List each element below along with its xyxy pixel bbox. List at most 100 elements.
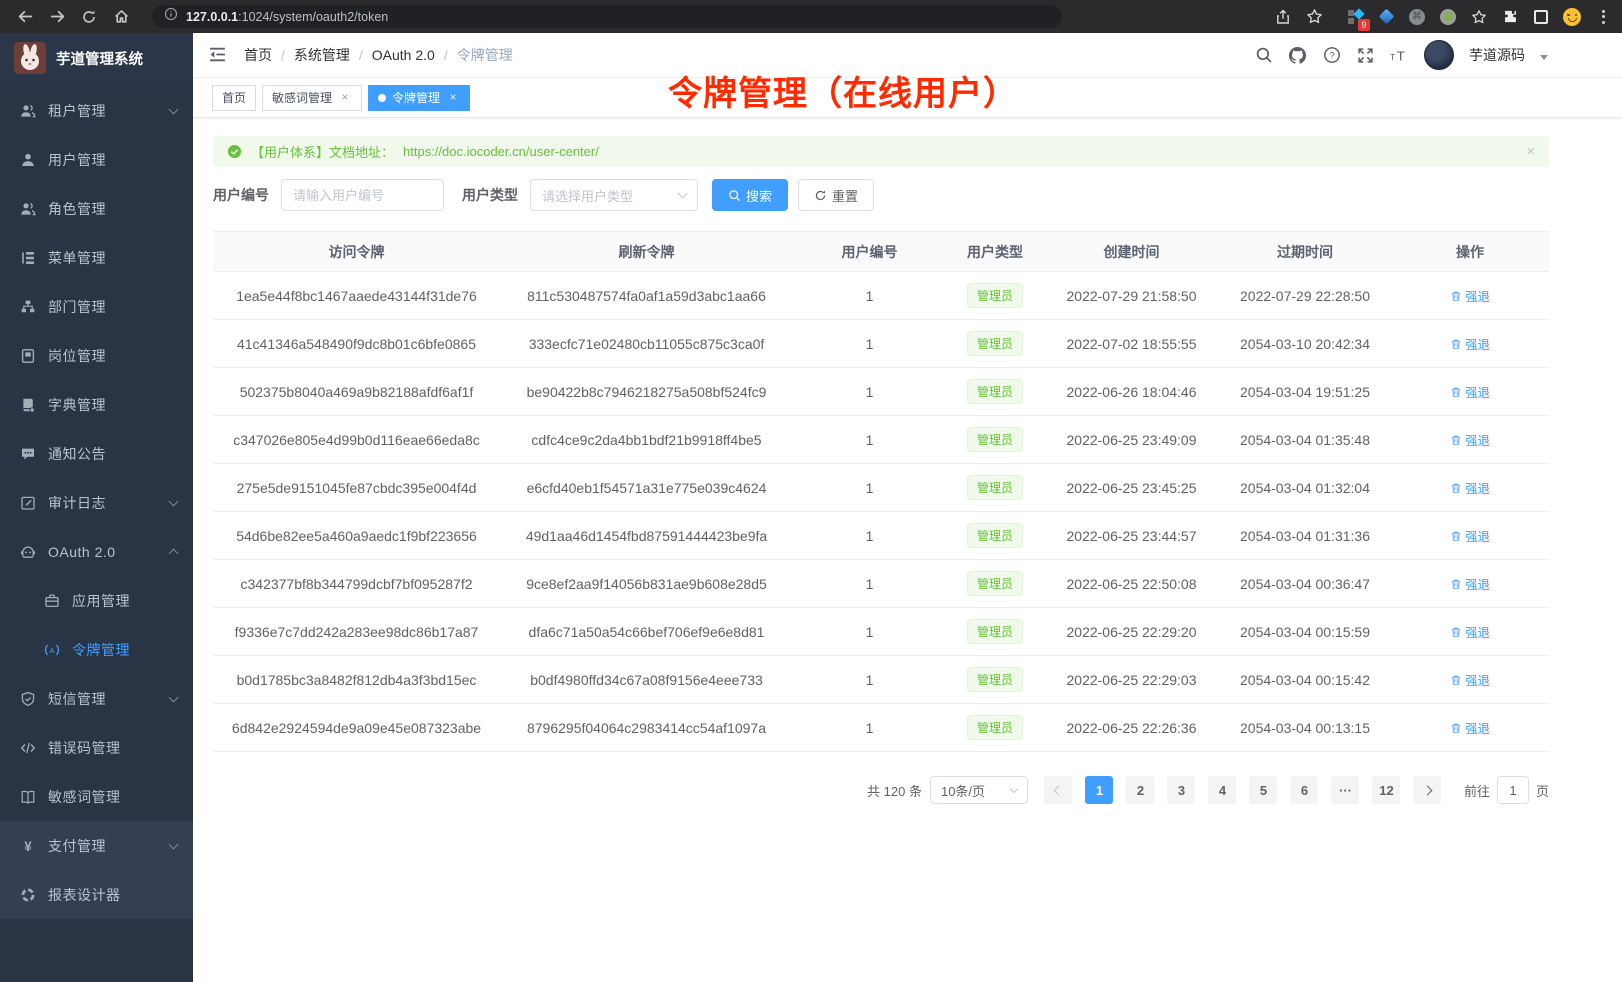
gem-extension-icon[interactable] <box>1377 8 1395 26</box>
caret-down-icon[interactable] <box>1540 55 1548 60</box>
next-page-button[interactable] <box>1413 776 1441 804</box>
sidebar-item-report-designer[interactable]: 报表设计器 <box>0 870 193 919</box>
browser-back-icon[interactable] <box>16 8 34 26</box>
user-type-cell: 管理员 <box>946 368 1044 416</box>
browser-home-icon[interactable] <box>112 8 130 26</box>
github-icon[interactable] <box>1288 46 1307 65</box>
page-button-4[interactable]: 4 <box>1208 776 1236 804</box>
sidebar-item-dept[interactable]: 部门管理 <box>0 282 193 331</box>
sidebar-item-app-management[interactable]: 应用管理 <box>0 576 193 625</box>
username[interactable]: 芋道源码 <box>1469 45 1525 65</box>
close-tab-icon[interactable]: × <box>338 91 352 105</box>
user-id-input[interactable] <box>281 179 444 211</box>
col-expire-time: 过期时间 <box>1219 232 1391 272</box>
sidebar-item-token-management[interactable]: 令牌管理 <box>0 625 193 674</box>
tab-sensitive-words[interactable]: 敏感词管理× <box>262 85 362 111</box>
help-icon[interactable] <box>1322 46 1341 65</box>
sidebar-item-audit-log[interactable]: 审计日志 <box>0 478 193 527</box>
search-icon[interactable] <box>1254 46 1273 65</box>
sidebar-item-dict[interactable]: 字典管理 <box>0 380 193 429</box>
force-logout-button[interactable]: 强退 <box>1450 286 1490 305</box>
force-logout-button[interactable]: 强退 <box>1450 382 1490 401</box>
page-button-3[interactable]: 3 <box>1167 776 1195 804</box>
breadcrumb-home[interactable]: 首页 <box>244 45 272 65</box>
sidebar-item-menu[interactable]: 菜单管理 <box>0 233 193 282</box>
user-type-select[interactable]: 请选择用户类型 <box>530 179 698 211</box>
breadcrumb-system[interactable]: 系统管理 <box>294 45 350 65</box>
sidebar-item-tenant[interactable]: 租户管理 <box>0 86 193 135</box>
record-extension-icon[interactable] <box>1439 8 1457 26</box>
sidebar-item-error-code[interactable]: 错误码管理 <box>0 723 193 772</box>
command-extension-icon[interactable]: ⌘ <box>1408 8 1426 26</box>
force-logout-button[interactable]: 强退 <box>1450 622 1490 641</box>
browser-reload-icon[interactable] <box>80 8 98 26</box>
alert-close-icon[interactable]: × <box>1526 143 1535 160</box>
font-size-icon[interactable] <box>1390 46 1409 65</box>
sidebar-item-user[interactable]: 用户管理 <box>0 135 193 184</box>
profile-emoji-icon[interactable] <box>1563 8 1581 26</box>
sidebar-menu: 租户管理 用户管理 角色管理 菜单管理 部门管理 岗位管理 字典管理 通知公告 … <box>0 83 193 982</box>
force-logout-button[interactable]: 强退 <box>1450 718 1490 737</box>
token-icon <box>44 642 60 658</box>
page-button-5[interactable]: 5 <box>1249 776 1277 804</box>
sidebar-item-role[interactable]: 角色管理 <box>0 184 193 233</box>
page-size-select[interactable]: 10条/页 <box>930 776 1028 804</box>
extensions-puzzle-icon[interactable] <box>1501 8 1519 26</box>
action-cell: 强退 <box>1391 368 1549 416</box>
sidebar-item-oauth[interactable]: OAuth 2.0 <box>0 527 193 576</box>
bookmark-star-icon[interactable] <box>1305 8 1323 26</box>
search-button[interactable]: 搜索 <box>712 179 788 211</box>
force-logout-button[interactable]: 强退 <box>1450 334 1490 353</box>
fullscreen-icon[interactable] <box>1356 46 1375 65</box>
sidebar-item-post[interactable]: 岗位管理 <box>0 331 193 380</box>
page-button-12[interactable]: 12 <box>1372 776 1400 804</box>
col-created-time: 创建时间 <box>1044 232 1219 272</box>
tab-window-icon[interactable] <box>1532 8 1550 26</box>
tab-home[interactable]: 首页 <box>212 85 256 111</box>
action-cell: 强退 <box>1391 608 1549 656</box>
user-id-cell: 1 <box>793 704 946 752</box>
sidebar-item-sensitive-words[interactable]: 敏感词管理 <box>0 772 193 821</box>
close-tab-icon[interactable]: × <box>446 91 460 105</box>
user-type-label: 用户类型 <box>462 185 518 205</box>
created-time-cell: 2022-06-25 22:29:20 <box>1044 608 1219 656</box>
access-token-cell: 502375b8040a469a9b82188afdf6af1f <box>213 368 500 416</box>
doc-link[interactable]: https://doc.iocoder.cn/user-center/ <box>403 144 599 159</box>
sidebar-item-sms[interactable]: 短信管理 <box>0 674 193 723</box>
app-logo[interactable]: 芋道管理系统 <box>0 33 193 83</box>
user-avatar[interactable] <box>1424 40 1454 70</box>
site-info-icon[interactable] <box>164 7 178 26</box>
sidebar-item-notice[interactable]: 通知公告 <box>0 429 193 478</box>
user-type-badge: 管理员 <box>967 475 1023 500</box>
success-check-icon <box>227 144 242 159</box>
share-icon[interactable] <box>1274 8 1292 26</box>
reset-button[interactable]: 重置 <box>798 179 874 211</box>
page-button-6[interactable]: 6 <box>1290 776 1318 804</box>
browser-menu-icon[interactable] <box>1594 8 1612 26</box>
address-bar[interactable]: 127.0.0.1:1024/system/oauth2/token <box>152 5 1062 28</box>
extension-grid-icon[interactable]: 9 <box>1346 8 1364 26</box>
chevron-left-icon <box>1054 785 1064 795</box>
breadcrumb-oauth[interactable]: OAuth 2.0 <box>372 47 435 63</box>
user-type-cell: 管理员 <box>946 560 1044 608</box>
page-button-1[interactable]: 1 <box>1085 776 1113 804</box>
sidebar-item-payment[interactable]: 支付管理 <box>0 821 193 870</box>
browser-forward-icon[interactable] <box>48 8 66 26</box>
chevron-down-icon <box>169 839 179 849</box>
goto-page-input[interactable] <box>1497 776 1529 804</box>
sidebar-fold-icon[interactable] <box>208 45 228 65</box>
prev-page-button[interactable] <box>1044 776 1072 804</box>
force-logout-button[interactable]: 强退 <box>1450 526 1490 545</box>
url-domain: 127.0.0.1 <box>186 10 238 24</box>
force-logout-button[interactable]: 强退 <box>1450 430 1490 449</box>
user-id-cell: 1 <box>793 608 946 656</box>
force-logout-button[interactable]: 强退 <box>1450 574 1490 593</box>
force-logout-button[interactable]: 强退 <box>1450 670 1490 689</box>
user-id-cell: 1 <box>793 368 946 416</box>
force-logout-button[interactable]: 强退 <box>1450 478 1490 497</box>
star-extension-icon[interactable] <box>1470 8 1488 26</box>
page-ellipsis-button[interactable]: ··· <box>1331 776 1359 804</box>
tab-token-management[interactable]: 令牌管理× <box>368 85 470 111</box>
refresh-token-cell: be90422b8c7946218275a508bf524fc9 <box>500 368 793 416</box>
page-button-2[interactable]: 2 <box>1126 776 1154 804</box>
